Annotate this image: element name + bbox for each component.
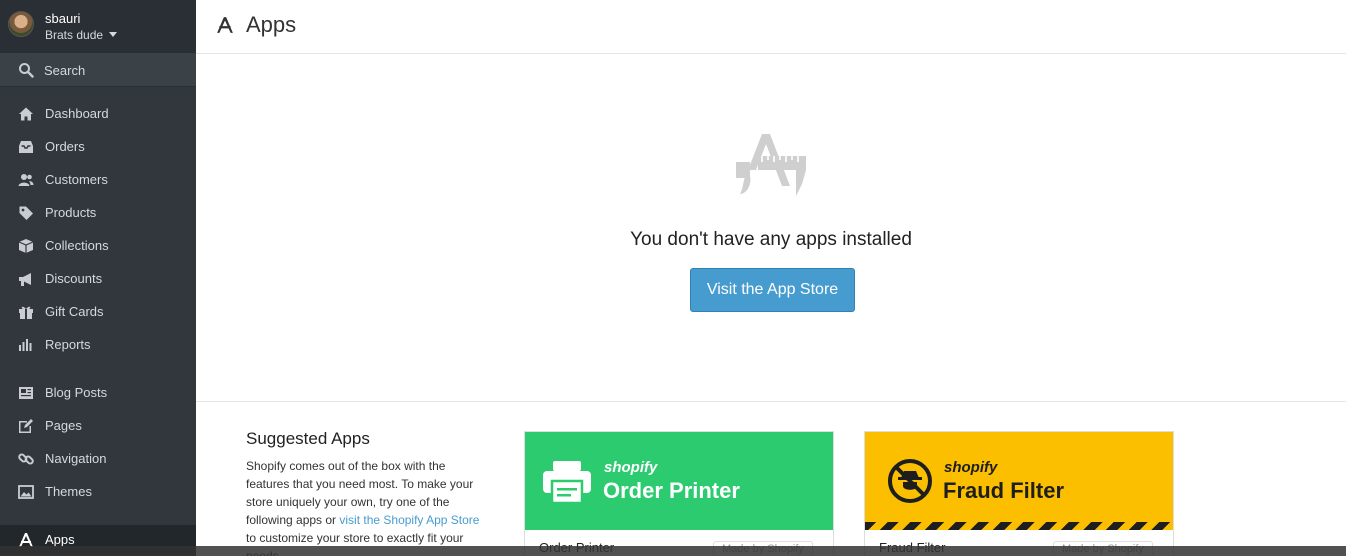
megaphone-icon xyxy=(19,273,31,286)
nav-item-dashboard[interactable]: Dashboard xyxy=(0,99,196,129)
empty-state-message: You don't have any apps installed xyxy=(630,229,912,250)
edit-icon xyxy=(19,419,33,433)
page-header: Apps xyxy=(196,0,1346,54)
nav-item-products[interactable]: Products xyxy=(0,198,196,228)
search-label: Search xyxy=(44,63,86,78)
app-store-link[interactable]: visit the Shopify App Store xyxy=(339,513,479,527)
suggested-apps-description: Shopify comes out of the box with the fe… xyxy=(246,457,484,556)
app-card-order-printer[interactable]: shopify Order Printer Order Printer Made… xyxy=(524,431,834,556)
nav-label: Pages xyxy=(45,418,82,433)
users-icon xyxy=(18,174,34,186)
nav-item-collections[interactable]: Collections xyxy=(0,231,196,261)
bar-chart-icon xyxy=(19,339,32,351)
nav-label: Collections xyxy=(45,238,109,253)
nav-item-navigation[interactable]: Navigation xyxy=(0,444,196,474)
nav-item-blog-posts[interactable]: Blog Posts xyxy=(0,378,196,408)
nav-label: Orders xyxy=(45,139,85,154)
empty-state: You don't have any apps installed Visit … xyxy=(196,54,1346,402)
nav-label: Blog Posts xyxy=(45,385,108,400)
nav-item-gift-cards[interactable]: Gift Cards xyxy=(0,297,196,327)
nav-label: Themes xyxy=(45,484,92,499)
nav-item-themes[interactable]: Themes xyxy=(0,477,196,507)
page-title: Apps xyxy=(246,12,297,37)
store-name[interactable]: Brats dude xyxy=(45,28,118,42)
caret-down-icon xyxy=(109,32,118,38)
image-icon xyxy=(18,485,34,499)
home-icon xyxy=(19,107,33,121)
nav-label: Reports xyxy=(45,337,91,352)
nav-item-orders[interactable]: Orders xyxy=(0,132,196,162)
nav-label: Navigation xyxy=(45,451,107,466)
nav-label: Gift Cards xyxy=(45,304,104,319)
username: sbauri xyxy=(45,11,81,26)
app-card-product: Order Printer xyxy=(603,478,740,503)
nav-item-pages[interactable]: Pages xyxy=(0,411,196,441)
nav-label: Discounts xyxy=(45,271,103,286)
suggested-apps-title: Suggested Apps xyxy=(246,429,370,448)
gift-icon xyxy=(19,306,33,319)
nav-label: Customers xyxy=(45,172,108,187)
inbox-icon xyxy=(19,141,33,153)
search-icon xyxy=(19,63,34,78)
avatar xyxy=(8,11,34,37)
printer-icon xyxy=(543,461,591,503)
user-menu[interactable]: sbauri Brats dude xyxy=(0,0,196,53)
nav-item-discounts[interactable]: Discounts xyxy=(0,264,196,294)
app-card-brand: shopify xyxy=(604,459,658,476)
newspaper-icon xyxy=(19,387,33,399)
app-store-illustration-icon xyxy=(736,134,806,196)
tag-icon xyxy=(19,206,33,220)
nav-item-reports[interactable]: Reports xyxy=(0,330,196,360)
box-icon xyxy=(18,239,34,253)
apps-icon xyxy=(217,17,233,33)
app-card-banner: shopify Order Printer xyxy=(525,432,833,530)
nav-label: Products xyxy=(45,205,97,220)
nav-label: Apps xyxy=(45,532,75,547)
suggested-apps-section: Suggested Apps Shopify comes out of the … xyxy=(196,403,1346,556)
app-card-brand: shopify xyxy=(944,459,998,476)
app-card-fraud-filter[interactable]: shopify Fraud Filter Fraud Filter Made b… xyxy=(864,431,1174,556)
visit-app-store-button[interactable]: Visit the App Store xyxy=(690,268,855,312)
sidebar: sbauri Brats dude Search Dashboard Order… xyxy=(0,0,196,556)
app-card-product: Fraud Filter xyxy=(943,478,1065,503)
hazard-stripes xyxy=(865,522,1173,530)
app-card-banner: shopify Fraud Filter xyxy=(865,432,1173,530)
search-button[interactable]: Search xyxy=(0,53,196,87)
nav-item-customers[interactable]: Customers xyxy=(0,165,196,195)
taskbar-edge xyxy=(0,546,1346,556)
fraud-filter-icon xyxy=(888,459,932,503)
link-icon xyxy=(18,453,34,465)
nav-label: Dashboard xyxy=(45,106,109,121)
